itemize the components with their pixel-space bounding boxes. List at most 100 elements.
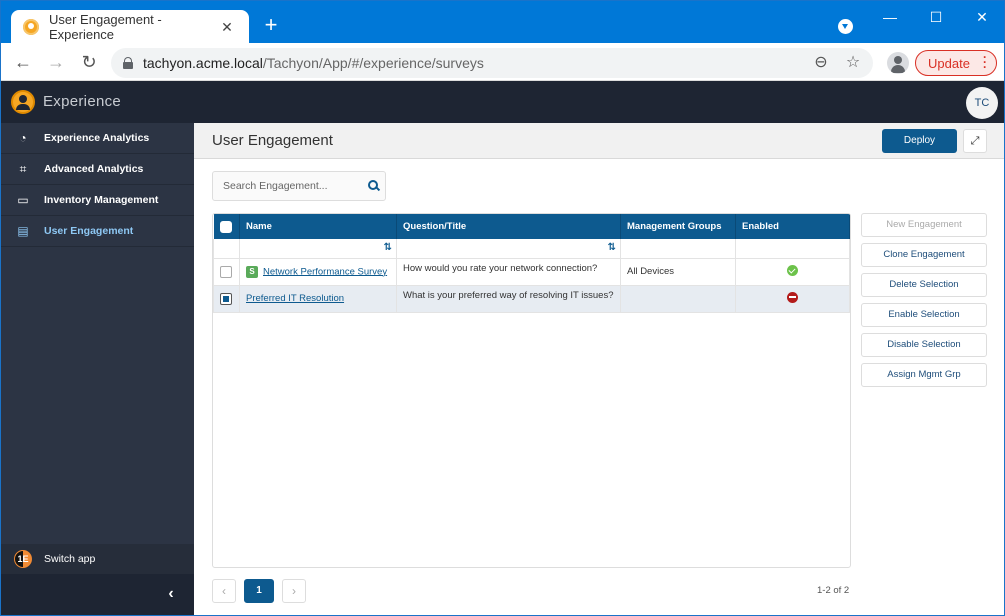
sidebar-item-label: User Engagement — [44, 225, 134, 237]
sidebar-footer: ‹ — [1, 574, 194, 615]
sidebar-item-advanced-analytics[interactable]: ⌗ Advanced Analytics — [1, 154, 194, 185]
tab-title: User Engagement - Experience — [49, 12, 162, 42]
app-name: Experience — [43, 93, 122, 110]
maximize-button[interactable]: ☐ — [913, 5, 959, 29]
column-header-enabled[interactable]: Enabled — [735, 214, 850, 239]
action-panel: New Engagement Clone Engagement Delete S… — [861, 213, 987, 393]
search-icon[interactable] — [368, 180, 380, 192]
sort-question-icon[interactable]: ⇅ — [608, 242, 616, 253]
survey-badge-icon: S — [246, 265, 258, 278]
sort-name-icon[interactable]: ⇅ — [384, 242, 392, 253]
enable-selection-button[interactable]: Enable Selection — [861, 303, 987, 327]
table-header-row: Name Question/Title Management Groups En… — [213, 214, 850, 239]
next-page-button[interactable]: › — [282, 579, 306, 603]
switch-app-button[interactable]: 1E Switch app — [1, 544, 194, 574]
binoculars-icon: ⌗ — [19, 162, 27, 176]
collapse-sidebar-icon[interactable]: ‹ — [163, 584, 179, 604]
search-input[interactable] — [223, 180, 363, 192]
row-select-cell — [213, 284, 240, 313]
monitor-icon: ▭ — [17, 193, 29, 207]
deploy-button[interactable]: Deploy — [882, 129, 957, 153]
sidebar-item-label: Experience Analytics — [44, 132, 150, 144]
clone-engagement-button[interactable]: Clone Engagement — [861, 243, 987, 267]
sidebar-item-label: Advanced Analytics — [44, 163, 144, 175]
reload-button[interactable]: ↻ — [77, 50, 101, 74]
filter-cell: ⇅ — [239, 239, 397, 259]
name-cell: Preferred IT Resolution — [239, 284, 397, 313]
sidebar-item-inventory-management[interactable]: ▭ Inventory Management — [1, 185, 194, 216]
dashboard-icon: ◔ — [19, 131, 27, 145]
delete-selection-button[interactable]: Delete Selection — [861, 273, 987, 297]
url-path: /Tachyon/App/#/experience/surveys — [262, 55, 484, 71]
groups-cell — [620, 284, 736, 313]
1e-logo-icon: 1E — [14, 550, 32, 568]
search-box — [212, 171, 386, 201]
sidebar-item-experience-analytics[interactable]: ◔ Experience Analytics — [1, 123, 194, 154]
sidebar-item-user-engagement[interactable]: ▤ User Engagement — [1, 216, 194, 247]
sidebar-item-label: Inventory Management — [44, 194, 159, 206]
update-label: Update — [928, 55, 970, 71]
row-checkbox[interactable] — [220, 292, 232, 305]
select-all-checkbox[interactable] — [219, 220, 232, 233]
close-window-button[interactable]: ✕ — [959, 5, 1005, 29]
page-title: User Engagement — [212, 132, 333, 149]
table-row[interactable]: S Network Performance Survey How would yo… — [213, 257, 850, 286]
engagement-name-link[interactable]: Network Performance Survey — [263, 266, 387, 277]
more-menu-icon[interactable]: · · · — [983, 51, 987, 73]
zoom-out-icon[interactable]: ⊖ — [809, 51, 833, 75]
filter-cell — [213, 239, 240, 259]
lock-icon — [123, 57, 133, 69]
question-text: How would you rate your network connecti… — [403, 263, 598, 274]
main-content: User Engagement Deploy ⤢ Name — [194, 123, 1004, 615]
column-header-management-groups[interactable]: Management Groups — [620, 214, 736, 239]
sidebar: ◔ Experience Analytics ⌗ Advanced Analyt… — [1, 123, 194, 615]
new-tab-button[interactable]: + — [261, 14, 281, 36]
tab-search-icon[interactable] — [838, 19, 853, 34]
minimize-button[interactable]: — — [867, 5, 913, 29]
browser-tab[interactable]: User Engagement - Experience ✕ — [11, 10, 249, 44]
user-avatar[interactable]: TC — [966, 87, 998, 119]
filter-cell — [620, 239, 736, 259]
switch-app-label: Switch app — [44, 553, 96, 565]
expand-icon[interactable]: ⤢ — [963, 129, 987, 153]
page-1-button[interactable]: 1 — [244, 579, 274, 603]
url-text[interactable]: tachyon.acme.local/Tachyon/App/#/experie… — [143, 55, 809, 71]
filter-cell: ⇅ — [396, 239, 621, 259]
browser-toolbar: ← → ↻ tachyon.acme.local/Tachyon/App/#/e… — [1, 43, 1004, 81]
app-header: Experience TC — [1, 81, 1004, 123]
assign-mgmt-grp-button[interactable]: Assign Mgmt Grp — [861, 363, 987, 387]
name-cell: S Network Performance Survey — [239, 257, 397, 286]
favicon-icon — [23, 19, 39, 35]
question-cell: What is your preferred way of resolving … — [396, 284, 621, 313]
browser-window: User Engagement - Experience ✕ + — ☐ ✕ ←… — [0, 0, 1005, 616]
groups-cell: All Devices — [620, 257, 736, 286]
page-header: User Engagement Deploy ⤢ — [194, 123, 1004, 159]
close-tab-icon[interactable]: ✕ — [219, 19, 235, 35]
enabled-cell — [735, 284, 850, 313]
new-engagement-button[interactable]: New Engagement — [861, 213, 987, 237]
back-button[interactable]: ← — [11, 50, 35, 74]
row-select-cell — [213, 257, 240, 286]
enabled-cell — [735, 257, 850, 286]
prev-page-button[interactable]: ‹ — [212, 579, 236, 603]
question-cell: How would you rate your network connecti… — [396, 257, 621, 286]
clipboard-icon: ▤ — [17, 224, 29, 238]
page-count: 1-2 of 2 — [817, 585, 850, 596]
filter-row: ⇅ ⇅ — [213, 239, 850, 259]
table-row[interactable]: Preferred IT Resolution What is your pre… — [213, 284, 850, 313]
address-bar[interactable]: tachyon.acme.local/Tachyon/App/#/experie… — [111, 48, 873, 78]
question-text: What is your preferred way of resolving … — [403, 290, 614, 301]
profile-icon[interactable] — [887, 52, 909, 74]
column-header-name[interactable]: Name — [239, 214, 397, 239]
update-button[interactable]: Update · · · — [915, 50, 997, 76]
bookmark-star-icon[interactable]: ☆ — [841, 51, 865, 75]
disable-selection-button[interactable]: Disable Selection — [861, 333, 987, 357]
title-bar: User Engagement - Experience ✕ + — ☐ ✕ — [1, 1, 1005, 44]
column-header-question[interactable]: Question/Title — [396, 214, 621, 239]
row-checkbox[interactable] — [220, 265, 232, 278]
engagement-name-link[interactable]: Preferred IT Resolution — [246, 293, 344, 304]
forward-button[interactable]: → — [44, 50, 68, 74]
url-host: tachyon.acme.local — [143, 55, 263, 71]
experience-logo-icon — [11, 90, 35, 114]
engagement-table: Name Question/Title Management Groups En… — [212, 213, 851, 568]
